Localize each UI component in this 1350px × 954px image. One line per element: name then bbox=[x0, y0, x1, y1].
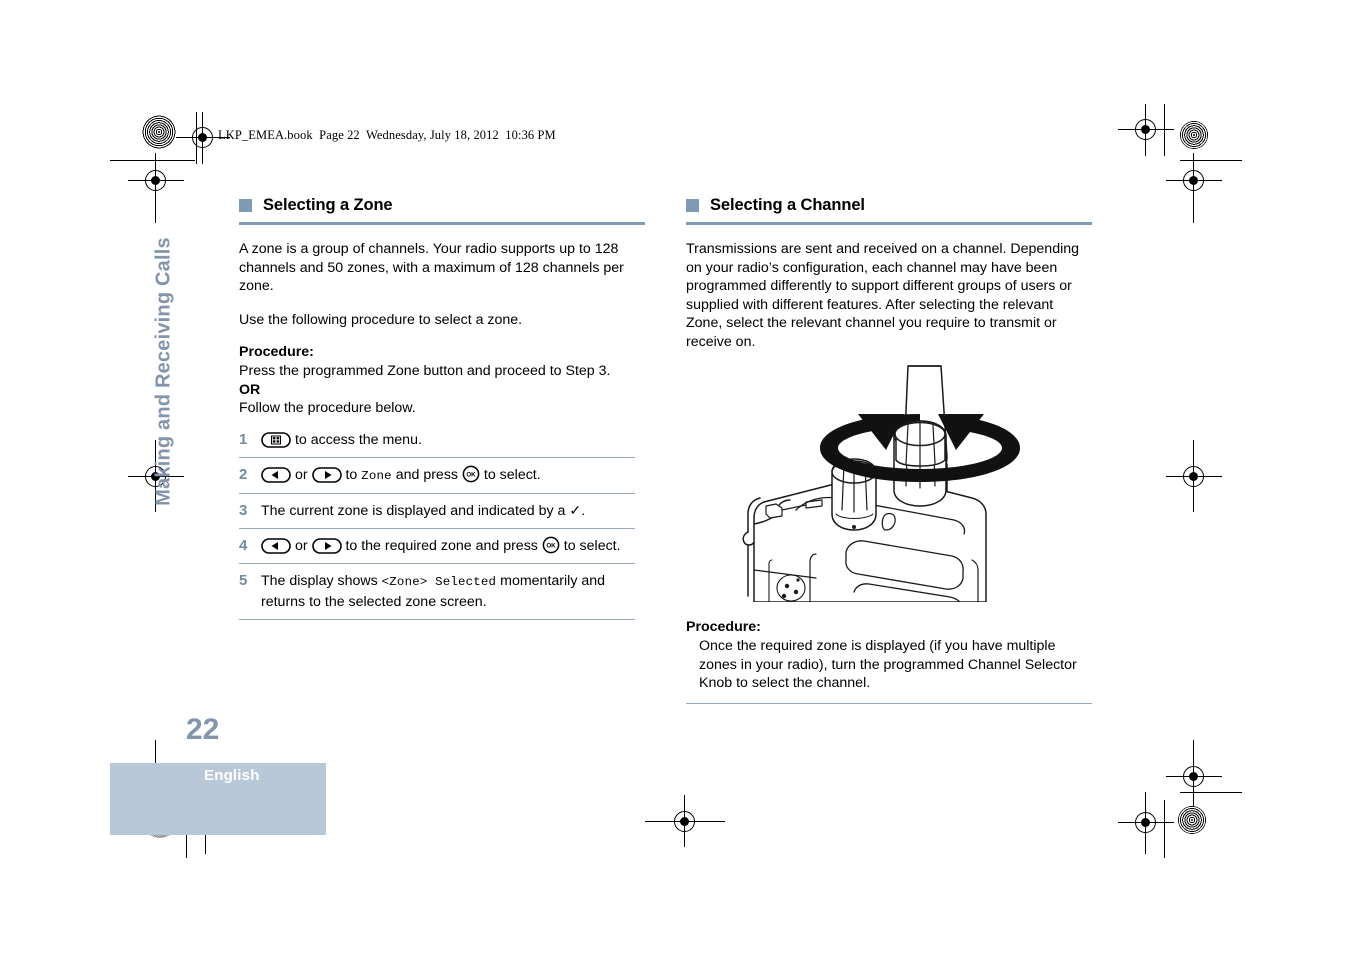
step-text-tail: to select. bbox=[479, 466, 541, 483]
right-arrow-button-icon bbox=[311, 466, 342, 483]
halftone-disc-bottom-right bbox=[1178, 806, 1206, 834]
right-column: Selecting a Channel Transmissions are se… bbox=[686, 196, 1092, 704]
section-rule bbox=[686, 222, 1092, 225]
step-conjunction: or bbox=[291, 466, 312, 483]
halftone-disc-top-right bbox=[1180, 121, 1208, 149]
ok-button-icon: OK bbox=[542, 536, 560, 554]
step-item: 2 or to Zone and press OK to select. bbox=[239, 465, 635, 494]
chapter-side-tab: Making and Receiving Calls bbox=[152, 237, 175, 506]
step-text-tail: to access the menu. bbox=[291, 431, 422, 448]
ok-button-icon: OK bbox=[462, 465, 480, 483]
step-text-and-press: and press bbox=[391, 466, 462, 483]
procedure-line-1: Press the programmed Zone button and pro… bbox=[239, 362, 611, 379]
procedure-label: Procedure: bbox=[686, 618, 761, 635]
step-number: 5 bbox=[239, 571, 248, 589]
heading-bullet-icon bbox=[239, 199, 252, 212]
page-number: 22 bbox=[186, 713, 220, 746]
crosshair-right-middle bbox=[1166, 440, 1222, 512]
step-text-lead: The display shows bbox=[261, 572, 382, 589]
left-arrow-button-icon bbox=[261, 537, 291, 554]
code-zone-selected: <Zone> Selected bbox=[381, 574, 497, 589]
step-number: 4 bbox=[239, 536, 248, 554]
intro-paragraph-2: Use the following procedure to select a … bbox=[239, 311, 523, 328]
procedure-line-2: Follow the procedure below. bbox=[239, 400, 416, 417]
channel-procedure-block: Procedure: Once the required zone is dis… bbox=[686, 618, 1092, 693]
section-heading-selecting-a-zone: Selecting a Zone bbox=[239, 196, 645, 215]
section-rule bbox=[239, 222, 645, 225]
crosshair-top-right bbox=[1118, 104, 1174, 156]
crosshair-right-lower bbox=[1166, 740, 1222, 812]
step-text: or to the required zone and press OK to … bbox=[261, 536, 621, 556]
procedure-block: Procedure: Press the programmed Zone but… bbox=[239, 343, 645, 417]
step-item: 4 or to the required zone and press OK t… bbox=[239, 536, 635, 564]
step-item: 3 The current zone is displayed and indi… bbox=[239, 501, 635, 529]
svg-text:OK: OK bbox=[546, 542, 556, 549]
step-text: or to Zone and press OK to select. bbox=[261, 465, 541, 486]
step-item: 1 to access the menu. bbox=[239, 430, 635, 458]
book-header-line: LKP_EMEA.book Page 22 Wednesday, July 18… bbox=[218, 128, 556, 142]
procedure-or: OR bbox=[239, 381, 261, 398]
crosshair-bottom-right-inner bbox=[1118, 792, 1174, 854]
step-number: 3 bbox=[239, 501, 248, 519]
section-title: Selecting a Zone bbox=[263, 196, 393, 214]
channel-intro-paragraph: Transmissions are sent and received on a… bbox=[686, 241, 1080, 350]
step-text-to: to bbox=[341, 466, 362, 483]
menu-button-icon bbox=[261, 431, 291, 448]
step-item: 5 The display shows <Zone> Selected mome… bbox=[239, 571, 635, 620]
step-text-to: to the required zone and press bbox=[341, 537, 542, 554]
language-label: English bbox=[204, 767, 260, 784]
step-text-tail: to select. bbox=[559, 537, 621, 554]
trim-line-bottom-right-vertical bbox=[1164, 800, 1165, 858]
right-arrow-button-icon bbox=[311, 537, 342, 554]
step-text: to access the menu. bbox=[261, 430, 422, 450]
step-text: The current zone is displayed and indica… bbox=[261, 502, 586, 519]
step-number: 2 bbox=[239, 465, 248, 483]
procedure-label: Procedure: bbox=[239, 344, 314, 361]
section-heading-selecting-a-channel: Selecting a Channel bbox=[686, 196, 1092, 215]
section-title: Selecting a Channel bbox=[710, 196, 865, 214]
heading-bullet-icon bbox=[686, 199, 699, 212]
step-text: The display shows <Zone> Selected moment… bbox=[261, 571, 635, 612]
intro-paragraph-1: A zone is a group of channels. Your radi… bbox=[239, 241, 624, 295]
left-column: Selecting a Zone A zone is a group of ch… bbox=[239, 196, 645, 620]
code-zone: Zone bbox=[361, 468, 392, 483]
crosshair-bottom-center bbox=[645, 795, 725, 847]
step-conjunction: or bbox=[291, 537, 312, 554]
radio-channel-selector-knob-rotation-diagram bbox=[686, 364, 1092, 602]
steps-list: 1 to access the menu. 2 or to Zone and p… bbox=[239, 430, 635, 620]
trim-line-top-right-vertical bbox=[1164, 104, 1165, 156]
svg-text:OK: OK bbox=[466, 471, 476, 478]
trim-line-lower-right-horizontal bbox=[1180, 792, 1242, 793]
trim-line-upper-right-horizontal bbox=[1180, 160, 1242, 161]
halftone-disc-top-left bbox=[142, 115, 176, 149]
trim-line-upper-left-horizontal bbox=[110, 160, 195, 161]
step-number: 1 bbox=[239, 430, 248, 448]
trim-line-top-left-vertical bbox=[196, 112, 197, 164]
crosshair-right-upper bbox=[1166, 153, 1222, 223]
procedure-rule bbox=[686, 702, 1092, 704]
procedure-text: Once the required zone is displayed (if … bbox=[699, 638, 1077, 692]
left-arrow-button-icon bbox=[261, 466, 291, 483]
